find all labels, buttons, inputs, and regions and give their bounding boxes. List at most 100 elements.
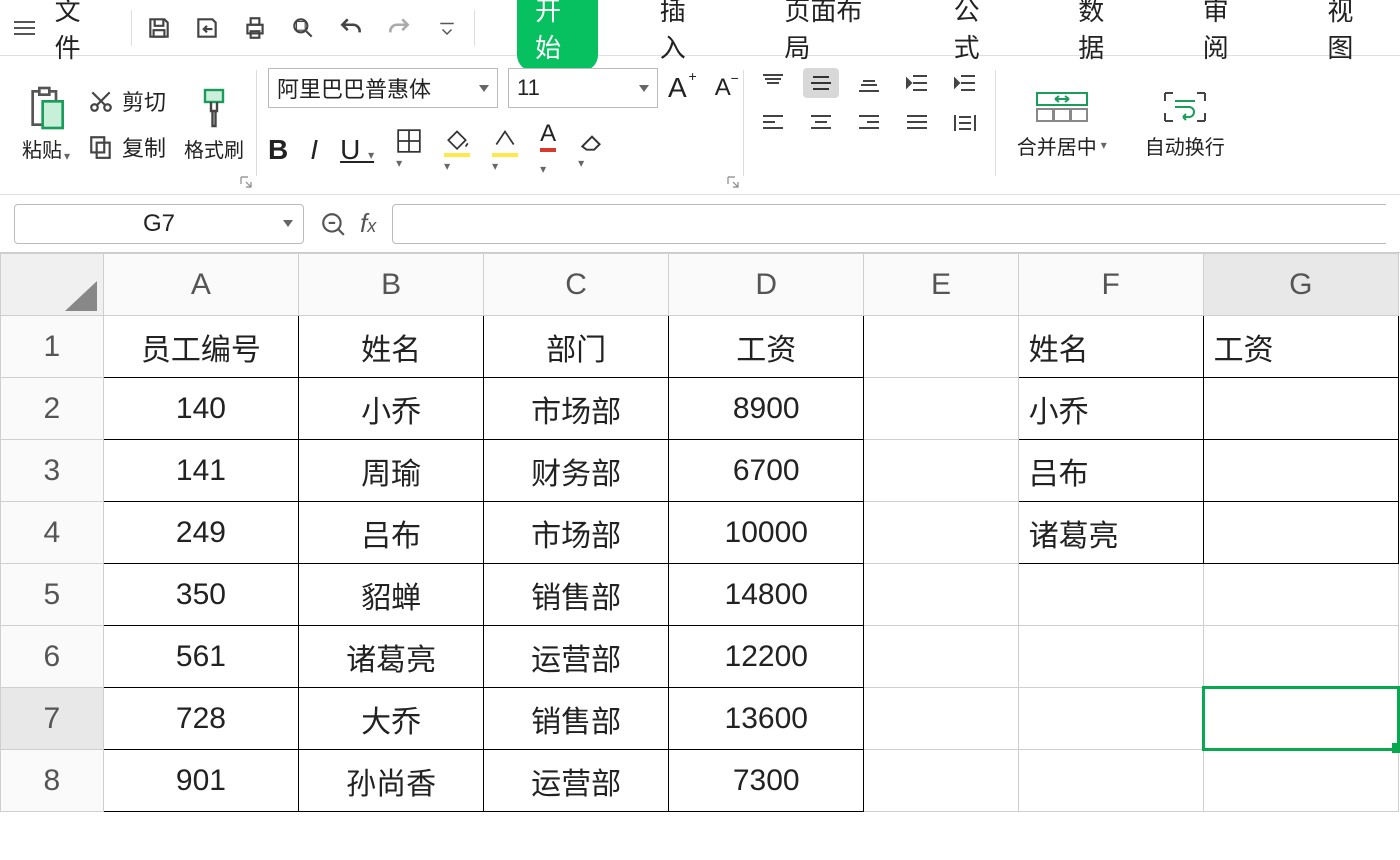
cell-C5[interactable]: 销售部 — [484, 564, 669, 626]
tab-page-layout[interactable]: 页面布局 — [766, 0, 891, 71]
align-top-icon[interactable] — [755, 68, 791, 98]
cell-G8[interactable] — [1203, 750, 1398, 812]
format-painter-button[interactable]: 格式刷 — [184, 86, 244, 163]
tab-start[interactable]: 开始 — [517, 0, 598, 71]
cell-C4[interactable]: 市场部 — [484, 502, 669, 564]
cell-G6[interactable] — [1203, 626, 1398, 688]
cell-C1[interactable]: 部门 — [484, 316, 669, 378]
rowhead-3[interactable]: 3 — [1, 440, 104, 502]
cell-G7[interactable] — [1203, 688, 1398, 750]
increase-font-icon[interactable]: A+ — [668, 72, 687, 104]
tab-review[interactable]: 审阅 — [1185, 0, 1266, 71]
cell-A6[interactable]: 561 — [103, 626, 298, 688]
rowhead-1[interactable]: 1 — [1, 316, 104, 378]
cell-G2[interactable] — [1203, 378, 1398, 440]
clipboard-dialog-launcher-icon[interactable] — [240, 176, 252, 188]
name-box[interactable]: G7 — [14, 204, 304, 244]
col-E[interactable]: E — [864, 254, 1018, 316]
align-right-icon[interactable] — [851, 108, 887, 138]
font-color-icon[interactable]: A▾ — [540, 120, 556, 180]
borders-icon[interactable]: ▾ — [396, 128, 422, 172]
cut-button[interactable]: 剪切 — [88, 85, 166, 117]
cell-B5[interactable]: 貂蝉 — [299, 564, 484, 626]
align-middle-icon[interactable] — [803, 68, 839, 98]
rowhead-4[interactable]: 4 — [1, 502, 104, 564]
align-left-icon[interactable] — [755, 108, 791, 138]
paste-button[interactable]: 粘贴▾ — [22, 86, 70, 163]
tab-data[interactable]: 数据 — [1060, 0, 1141, 71]
fx-icon[interactable]: fx — [360, 208, 376, 239]
cell-B2[interactable]: 小乔 — [299, 378, 484, 440]
cell-C7[interactable]: 销售部 — [484, 688, 669, 750]
col-F[interactable]: F — [1018, 254, 1203, 316]
underline-icon[interactable]: U ▾ — [340, 134, 374, 166]
cell-E8[interactable] — [864, 750, 1018, 812]
merge-center-button[interactable]: 合并居中▾ — [1007, 89, 1117, 160]
cell-E2[interactable] — [864, 378, 1018, 440]
justify-icon[interactable] — [899, 108, 935, 138]
cell-A8[interactable]: 901 — [103, 750, 298, 812]
cell-A4[interactable]: 249 — [103, 502, 298, 564]
cell-D7[interactable]: 13600 — [669, 688, 864, 750]
cell-G4[interactable] — [1203, 502, 1398, 564]
cell-E3[interactable] — [864, 440, 1018, 502]
increase-indent-icon[interactable] — [947, 68, 983, 98]
print-icon[interactable] — [240, 13, 270, 43]
cell-D8[interactable]: 7300 — [669, 750, 864, 812]
col-A[interactable]: A — [103, 254, 298, 316]
italic-icon[interactable]: I — [310, 134, 318, 166]
font-name-select[interactable]: 阿里巴巴普惠体 — [268, 68, 498, 108]
cell-D5[interactable]: 14800 — [669, 564, 864, 626]
save-as-icon[interactable] — [192, 13, 222, 43]
select-all-corner[interactable] — [1, 254, 104, 316]
cell-E4[interactable] — [864, 502, 1018, 564]
menu-file[interactable]: 文件 — [55, 0, 104, 65]
distribute-icon[interactable] — [947, 108, 983, 138]
col-C[interactable]: C — [484, 254, 669, 316]
rowhead-5[interactable]: 5 — [1, 564, 104, 626]
redo-icon[interactable] — [384, 13, 414, 43]
cell-B3[interactable]: 周瑜 — [299, 440, 484, 502]
bold-icon[interactable]: B — [268, 134, 288, 166]
col-B[interactable]: B — [299, 254, 484, 316]
cell-D4[interactable]: 10000 — [669, 502, 864, 564]
spreadsheet[interactable]: A B C D E F G 1 员工编号 姓名 部门 工资 姓名 工资 2 14… — [0, 253, 1400, 812]
tab-formulas[interactable]: 公式 — [936, 0, 1017, 71]
hamburger-icon[interactable] — [10, 13, 39, 43]
cell-G5[interactable] — [1203, 564, 1398, 626]
cell-E1[interactable] — [864, 316, 1018, 378]
cell-F5[interactable] — [1018, 564, 1203, 626]
cell-F3[interactable]: 吕布 — [1018, 440, 1203, 502]
font-dialog-launcher-icon[interactable] — [727, 176, 739, 188]
cell-F8[interactable] — [1018, 750, 1203, 812]
cell-F1[interactable]: 姓名 — [1018, 316, 1203, 378]
undo-icon[interactable] — [336, 13, 366, 43]
cell-C6[interactable]: 运营部 — [484, 626, 669, 688]
cell-A2[interactable]: 140 — [103, 378, 298, 440]
cell-G1[interactable]: 工资 — [1203, 316, 1398, 378]
tab-insert[interactable]: 插入 — [642, 0, 723, 71]
cell-E7[interactable] — [864, 688, 1018, 750]
cell-B7[interactable]: 大乔 — [299, 688, 484, 750]
cell-D2[interactable]: 8900 — [669, 378, 864, 440]
cell-F6[interactable] — [1018, 626, 1203, 688]
cell-E6[interactable] — [864, 626, 1018, 688]
cell-B6[interactable]: 诸葛亮 — [299, 626, 484, 688]
tab-view[interactable]: 视图 — [1309, 0, 1390, 71]
cell-C8[interactable]: 运营部 — [484, 750, 669, 812]
print-preview-icon[interactable] — [288, 13, 318, 43]
cell-F2[interactable]: 小乔 — [1018, 378, 1203, 440]
cell-B8[interactable]: 孙尚香 — [299, 750, 484, 812]
rowhead-6[interactable]: 6 — [1, 626, 104, 688]
align-bottom-icon[interactable] — [851, 68, 887, 98]
cell-F7[interactable] — [1018, 688, 1203, 750]
highlight-color-icon[interactable]: ▾ — [492, 125, 518, 175]
decrease-indent-icon[interactable] — [899, 68, 935, 98]
cell-F4[interactable]: 诸葛亮 — [1018, 502, 1203, 564]
cell-B1[interactable]: 姓名 — [299, 316, 484, 378]
formula-input[interactable] — [392, 204, 1386, 244]
cell-G3[interactable] — [1203, 440, 1398, 502]
decrease-font-icon[interactable]: A− — [715, 74, 731, 102]
rowhead-2[interactable]: 2 — [1, 378, 104, 440]
cell-D6[interactable]: 12200 — [669, 626, 864, 688]
